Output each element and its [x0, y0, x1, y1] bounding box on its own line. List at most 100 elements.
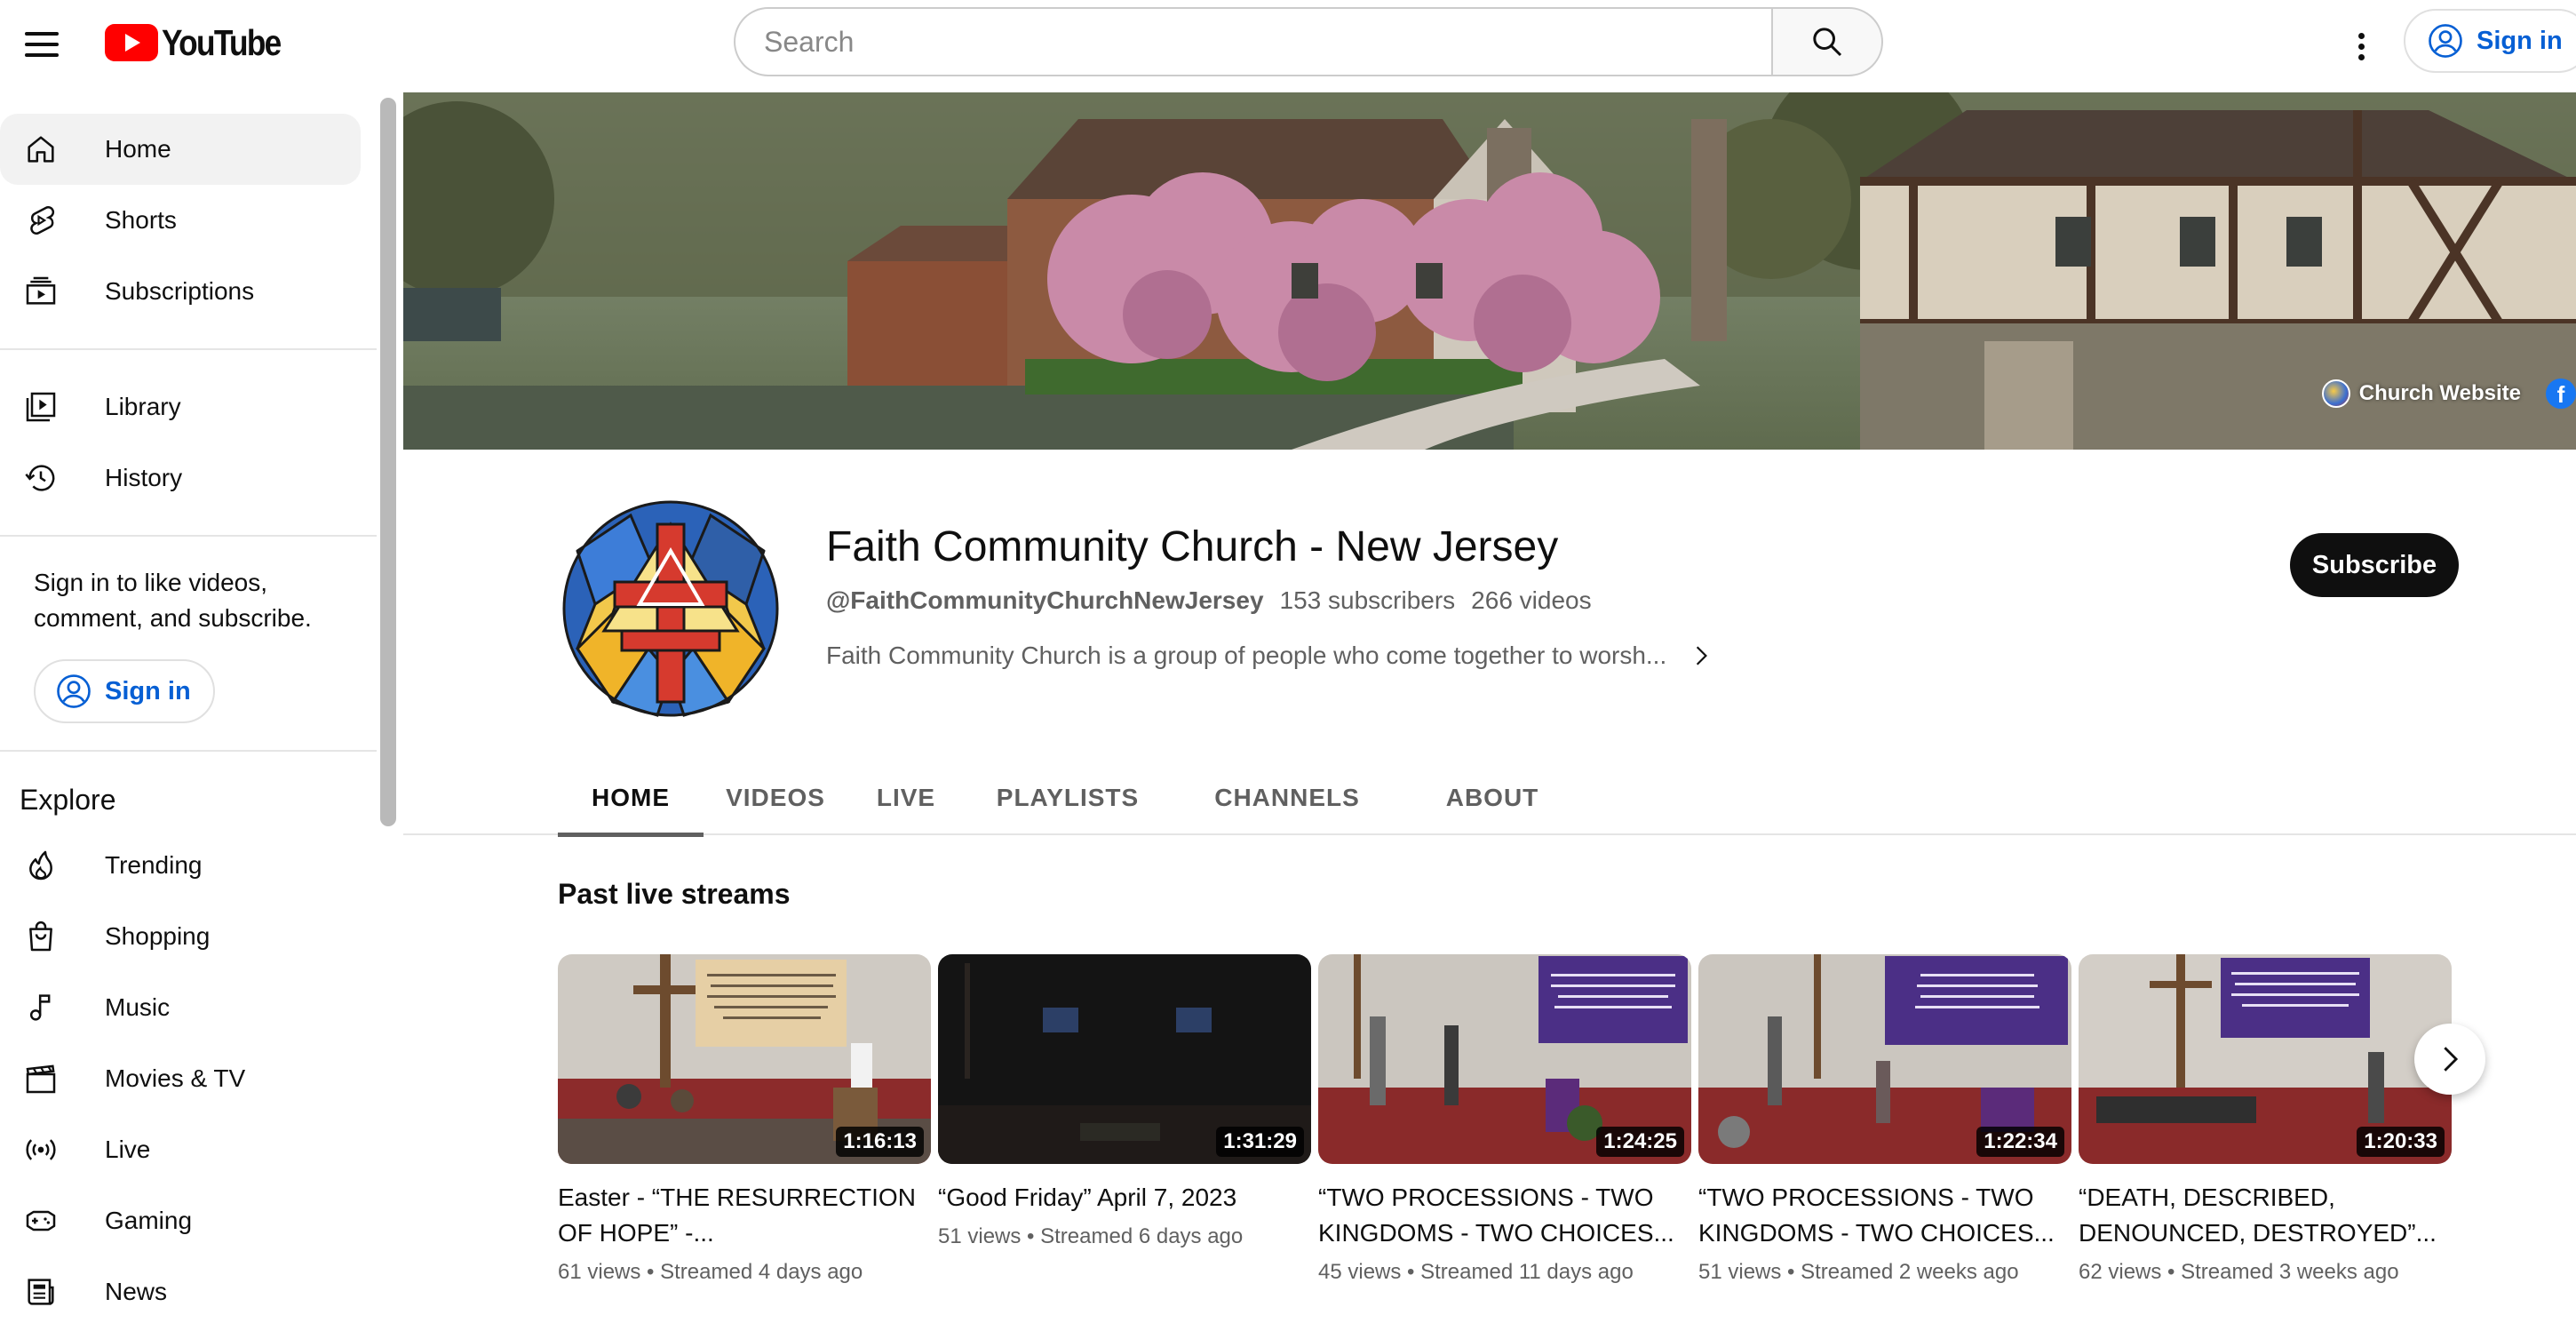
tab-videos[interactable]: VIDEOS — [704, 761, 847, 835]
gaming-icon — [21, 1201, 60, 1240]
sidebar-item-label: Gaming — [105, 1207, 193, 1234]
carousel-next-button[interactable] — [2414, 1024, 2485, 1095]
channel-tabs: HOME VIDEOS LIVE PLAYLISTS CHANNELS ABOU… — [403, 761, 2576, 837]
video-thumbnail[interactable]: 1:16:13 — [558, 954, 931, 1164]
channel-description-text: Faith Community Church is a group of peo… — [826, 642, 1667, 669]
video-duration: 1:31:29 — [1216, 1127, 1304, 1157]
facebook-icon[interactable]: f — [2546, 379, 2576, 409]
sidebar-item-gaming[interactable]: Gaming — [0, 1185, 361, 1256]
sidebar-item-live[interactable]: Live — [0, 1114, 361, 1185]
video-title[interactable]: “Good Friday” April 7, 2023 — [938, 1180, 1311, 1215]
tab-playlists[interactable]: PLAYLISTS — [965, 761, 1171, 835]
sidebar-scrollbar[interactable] — [380, 98, 396, 826]
section-title: Past live streams — [558, 878, 791, 910]
tab-live[interactable]: LIVE — [847, 761, 965, 835]
sidebar-item-label: Shorts — [105, 206, 177, 234]
sidebar-item-label: Home — [105, 135, 171, 163]
video-meta: 45 views • Streamed 11 days ago — [1318, 1260, 1634, 1284]
sign-in-label: Sign in — [105, 676, 191, 705]
video-title[interactable]: Easter - “THE RESURRECTION OF HOPE” -... — [558, 1180, 931, 1251]
search-button[interactable] — [1771, 7, 1883, 76]
sidebar-item-trending[interactable]: Trending — [0, 830, 361, 901]
video-duration: 1:22:34 — [1976, 1127, 2064, 1157]
live-icon — [21, 1130, 60, 1169]
account-icon — [57, 674, 91, 708]
search-input[interactable] — [734, 7, 1771, 76]
video-meta: 51 views • Streamed 6 days ago — [938, 1224, 1244, 1248]
movies-icon — [21, 1059, 60, 1098]
shorts-icon — [21, 201, 60, 240]
sidebar-item-subscriptions[interactable]: Subscriptions — [0, 256, 361, 327]
sidebar-item-home[interactable]: Home — [0, 114, 361, 185]
channel-meta: @FaithCommunityChurchNewJersey 153 subsc… — [826, 586, 1592, 615]
subscriptions-icon — [21, 272, 60, 311]
sidebar-item-label: Trending — [105, 851, 203, 879]
video-thumbnail[interactable]: 1:20:33 — [2079, 954, 2452, 1164]
sidebar-item-shorts[interactable]: Shorts — [0, 185, 361, 256]
church-website-link[interactable]: Church Website — [2321, 379, 2521, 408]
video-duration: 1:20:33 — [2357, 1127, 2445, 1157]
sidebar-item-label: History — [105, 464, 183, 491]
video-title[interactable]: “TWO PROCESSIONS - TWO KINGDOMS - TWO CH… — [1698, 1180, 2071, 1251]
video-thumbnail[interactable]: 1:24:25 — [1318, 954, 1691, 1164]
shopping-icon — [21, 917, 60, 956]
tab-about[interactable]: ABOUT — [1403, 761, 1581, 835]
channel-banner: Church Website f — [403, 92, 2576, 450]
sidebar-item-label: Shopping — [105, 922, 211, 950]
sidebar-item-news[interactable]: News — [0, 1256, 361, 1327]
sidebar-sign-in-button[interactable]: Sign in — [34, 659, 215, 723]
video-count: 266 videos — [1471, 586, 1592, 614]
sign-in-prompt: Sign in to like videos, comment, and sub… — [34, 569, 312, 632]
sidebar-item-label: Live — [105, 1136, 151, 1163]
tab-channels[interactable]: CHANNELS — [1171, 761, 1403, 835]
sidebar-divider — [0, 750, 377, 752]
subscriber-count: 153 subscribers — [1279, 586, 1456, 614]
sidebar-item-shopping[interactable]: Shopping — [0, 901, 361, 972]
sidebar-item-movies-tv[interactable]: Movies & TV — [0, 1043, 361, 1114]
video-title[interactable]: “TWO PROCESSIONS - TWO KINGDOMS - TWO CH… — [1318, 1180, 1691, 1251]
youtube-logo[interactable]: YouTube — [105, 22, 299, 63]
church-website-label: Church Website — [2358, 381, 2521, 405]
sidebar-item-library[interactable]: Library — [0, 371, 361, 442]
sidebar-item-music[interactable]: Music — [0, 972, 361, 1043]
video-meta: 61 views • Streamed 4 days ago — [558, 1260, 863, 1284]
video-meta: 62 views • Streamed 3 weeks ago — [2079, 1260, 2399, 1284]
chevron-right-icon — [2444, 1047, 2459, 1072]
channel-handle: @FaithCommunityChurchNewJersey — [826, 586, 1264, 614]
video-card: 1:22:34 “TWO PROCESSIONS - TWO KINGDOMS … — [1698, 954, 2071, 1285]
video-meta: 51 views • Streamed 2 weeks ago — [1698, 1260, 2019, 1284]
sidebar-item-label: Music — [105, 993, 171, 1021]
trending-icon — [21, 846, 60, 885]
video-thumbnail[interactable]: 1:31:29 — [938, 954, 1311, 1164]
sidebar-item-label: Movies & TV — [105, 1064, 246, 1092]
banner-image — [403, 92, 2576, 450]
youtube-play-icon — [105, 24, 158, 61]
video-card: 1:20:33 “DEATH, DESCRIBED, DENOUNCED, DE… — [2079, 954, 2452, 1285]
sidebar-item-history[interactable]: History — [0, 442, 361, 514]
sidebar: Home Shorts Subscriptions Library Histor… — [0, 92, 377, 1331]
library-icon — [21, 387, 60, 426]
sign-in-button[interactable]: Sign in — [2404, 9, 2576, 73]
video-card: 1:31:29 “Good Friday” April 7, 2023 51 v… — [938, 954, 1311, 1249]
more-options-icon[interactable] — [2336, 21, 2386, 71]
subscribe-button[interactable]: Subscribe — [2290, 533, 2459, 597]
sidebar-item-label: Library — [105, 393, 181, 420]
music-icon — [21, 988, 60, 1027]
channel-description[interactable]: Faith Community Church is a group of peo… — [826, 642, 1713, 670]
video-title[interactable]: “DEATH, DESCRIBED, DENOUNCED, DESTROYED”… — [2079, 1180, 2452, 1251]
hamburger-menu-icon[interactable] — [21, 25, 64, 68]
tab-home[interactable]: HOME — [558, 761, 704, 837]
channel-avatar — [560, 498, 782, 720]
news-icon — [21, 1272, 60, 1311]
sidebar-divider — [0, 348, 377, 350]
stained-glass-cross-logo — [560, 498, 782, 720]
top-bar: YouTube Sign in — [0, 0, 2576, 92]
banner-links: Church Website f — [2321, 379, 2576, 409]
video-thumbnail[interactable]: 1:22:34 — [1698, 954, 2071, 1164]
home-icon — [21, 130, 60, 169]
explore-heading: Explore — [20, 784, 116, 816]
video-card: 1:24:25 “TWO PROCESSIONS - TWO KINGDOMS … — [1318, 954, 1691, 1285]
history-icon — [21, 458, 60, 498]
search-icon — [1813, 28, 1842, 57]
account-icon — [2429, 24, 2462, 58]
